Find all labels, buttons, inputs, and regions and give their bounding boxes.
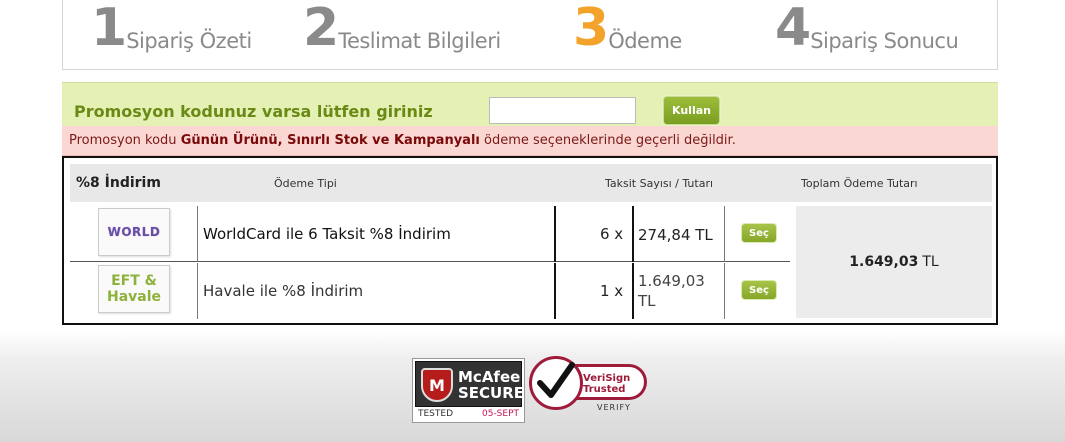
mcafee-secure-badge[interactable]: M McAfee SECURE TESTED 05-SEPT [412, 358, 525, 423]
installment-count: 6 x [600, 225, 624, 243]
warning-bold: Günün Ürünü, Sınırlı Stok ve Kampanyalı [180, 133, 480, 148]
verisign-trusted-badge[interactable]: VeriSign Trusted VERIFY [527, 350, 649, 416]
payment-option-row: EFT & Havale Havale ile %8 İndirim 1 x 1.… [70, 263, 790, 319]
installment-amount: 1.649,03 TL [638, 272, 705, 310]
verisign-line1: VeriSign [583, 373, 631, 384]
apply-promo-button[interactable]: Kullan [663, 96, 720, 125]
installment-count: 1 x [600, 282, 624, 300]
total-payment-amount: 1.649,03 TL [796, 206, 992, 318]
step-label: Sipariş Sonucu [810, 29, 959, 53]
promo-warning: Promosyon kodu Günün Ürünü, Sınırlı Stok… [62, 126, 998, 156]
column-divider [197, 263, 198, 319]
step-number: 2 [303, 0, 339, 58]
column-divider [197, 206, 198, 262]
mcafee-badge-bottom: TESTED 05-SEPT [415, 409, 522, 421]
mcafee-badge-top: M McAfee SECURE [415, 361, 525, 407]
step-payment: 3 Ödeme [573, 0, 682, 54]
eft-havale-logo: EFT & Havale [98, 265, 170, 313]
logo-line: Havale [106, 289, 162, 305]
verisign-check-icon [529, 356, 583, 410]
mcafee-shield-icon: M [421, 368, 453, 402]
checkout-steps: 1 Sipariş Özeti 2 Teslimat Bilgileri 3 Ö… [62, 0, 998, 70]
column-divider [632, 206, 634, 262]
payment-options-table: %8 İndirim Ödeme Tipi Taksit Sayısı / Tu… [62, 156, 998, 325]
total-value: 1.649,03 [849, 254, 919, 270]
step-number: 1 [91, 0, 127, 58]
column-divider [554, 206, 556, 262]
column-divider [724, 263, 725, 319]
select-havale-button[interactable]: Seç [741, 280, 777, 300]
step-label: Sipariş Özeti [126, 29, 252, 53]
mcafee-secure-text: SECURE [458, 384, 525, 402]
step-order-result: 4 Sipariş Sonucu [775, 0, 959, 58]
discount-title: %8 İndirim [76, 175, 161, 191]
payment-option-name: Havale ile %8 İndirim [203, 282, 364, 300]
column-payment-type: Ödeme Tipi [274, 177, 337, 190]
installment-amount: 274,84 TL [638, 226, 713, 244]
payment-option-name: WorldCard ile 6 Taksit %8 İndirim [203, 225, 451, 243]
eft-havale-logo-text: EFT & Havale [107, 273, 161, 305]
warning-prefix: Promosyon kodu [69, 133, 181, 148]
step-label: Teslimat Bilgileri [338, 29, 501, 53]
promo-code-bar: Promosyon kodunuz varsa lütfen giriniz K… [62, 82, 998, 126]
mcafee-tested: TESTED [418, 409, 454, 419]
step-order-summary: 1 Sipariş Özeti [91, 0, 252, 54]
step-number: 3 [573, 0, 609, 58]
column-divider [724, 206, 725, 262]
column-total: Toplam Ödeme Tutarı [801, 177, 918, 190]
step-delivery-info: 2 Teslimat Bilgileri [303, 0, 501, 54]
mcafee-date: 05-SEPT [481, 409, 519, 419]
worldcard-logo: WORLD [98, 208, 170, 256]
column-divider [632, 263, 634, 319]
step-number: 4 [775, 0, 811, 58]
total-currency: TL [922, 254, 939, 270]
verisign-line2: Trusted [583, 384, 626, 395]
worldcard-logo-text: WORLD [107, 225, 161, 239]
warning-suffix: ödeme seçeneklerinde geçerli değildir. [479, 133, 736, 148]
column-installments: Taksit Sayısı / Tutarı [605, 177, 714, 190]
verisign-verify: VERIFY [597, 403, 631, 412]
select-worldcard-button[interactable]: Seç [741, 223, 777, 243]
step-label: Ödeme [608, 29, 682, 53]
column-divider [554, 263, 556, 319]
table-header: %8 İndirim Ödeme Tipi Taksit Sayısı / Tu… [70, 164, 992, 202]
logo-line: EFT & [111, 273, 157, 289]
promo-label: Promosyon kodunuz varsa lütfen giriniz [74, 102, 433, 121]
promo-code-input[interactable] [489, 97, 636, 124]
payment-option-row: WORLD WorldCard ile 6 Taksit %8 İndirim … [70, 206, 790, 262]
